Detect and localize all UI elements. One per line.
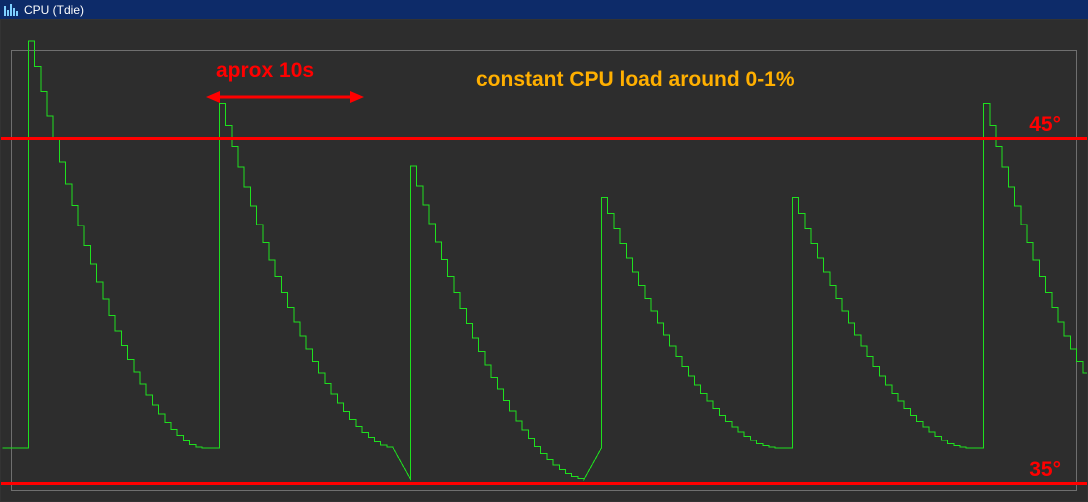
annotation-temp-high: 45°: [1029, 113, 1061, 137]
annotation-load: constant CPU load around 0-1%: [476, 68, 795, 92]
annotation-interval: aprox 10s: [216, 59, 314, 83]
guideline-high: [1, 137, 1087, 140]
app-icon: [4, 4, 18, 16]
guideline-low: [1, 482, 1087, 485]
window-titlebar[interactable]: CPU (Tdie): [0, 0, 1088, 19]
temperature-trace: [1, 20, 1087, 501]
annotation-temp-low: 35°: [1029, 458, 1061, 482]
double-arrow-icon: [206, 90, 364, 104]
window-title: CPU (Tdie): [24, 3, 84, 17]
plot-area[interactable]: aprox 10s constant CPU load around 0-1% …: [0, 19, 1088, 502]
